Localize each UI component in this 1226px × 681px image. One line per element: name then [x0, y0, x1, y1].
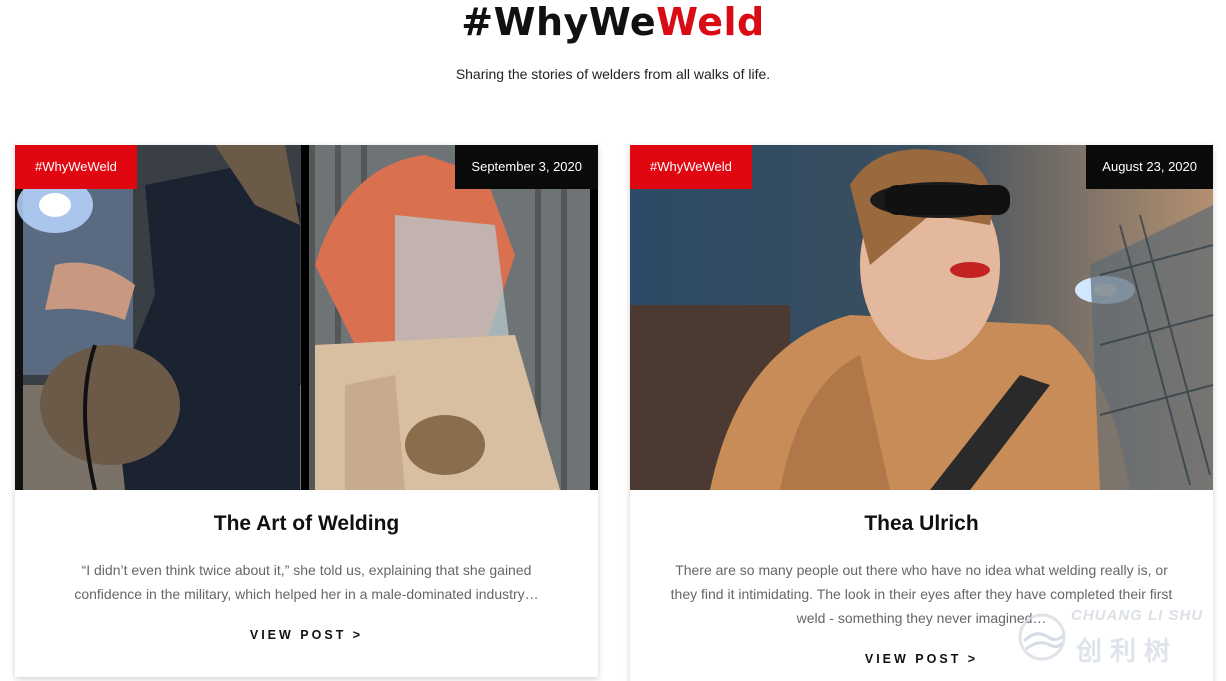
- hero-section: #WhyWeWeld Sharing the stories of welder…: [0, 0, 1226, 82]
- post-date: August 23, 2020: [1086, 145, 1213, 189]
- post-tag[interactable]: #WhyWeWeld: [630, 145, 752, 189]
- post-image[interactable]: #WhyWeWeld August 23, 2020: [630, 145, 1213, 490]
- post-title[interactable]: Thea Ulrich: [670, 512, 1173, 536]
- page-title-main: #WhyWe: [461, 0, 657, 44]
- post-tag[interactable]: #WhyWeWeld: [15, 145, 137, 189]
- view-post-button[interactable]: VIEW POST >: [250, 628, 363, 642]
- post-date: September 3, 2020: [455, 145, 598, 189]
- watermark-cjk: 创利树: [1076, 636, 1179, 666]
- welders-photo: [15, 145, 598, 490]
- watermark-logo-icon: [1018, 613, 1066, 661]
- page-subtitle: Sharing the stories of welders from all …: [455, 66, 771, 82]
- post-image[interactable]: #WhyWeWeld September 3, 2020: [15, 145, 598, 490]
- welder-portrait-photo: [630, 145, 1213, 490]
- page-title: #WhyWeWeld: [0, 0, 1226, 44]
- watermark: CHUANG LI SHU 创利树: [1016, 601, 1216, 673]
- post-excerpt: “I didn’t even think twice about it,” sh…: [74, 562, 539, 602]
- watermark-latin: CHUANG LI SHU: [1071, 607, 1204, 624]
- view-post-button[interactable]: VIEW POST >: [865, 652, 978, 666]
- post-card-art-of-welding[interactable]: #WhyWeWeld September 3, 2020 The Art of …: [15, 145, 598, 677]
- page-title-accent: Weld: [656, 0, 765, 44]
- post-title[interactable]: The Art of Welding: [55, 512, 558, 536]
- post-body: The Art of Welding “I didn’t even think …: [15, 512, 598, 644]
